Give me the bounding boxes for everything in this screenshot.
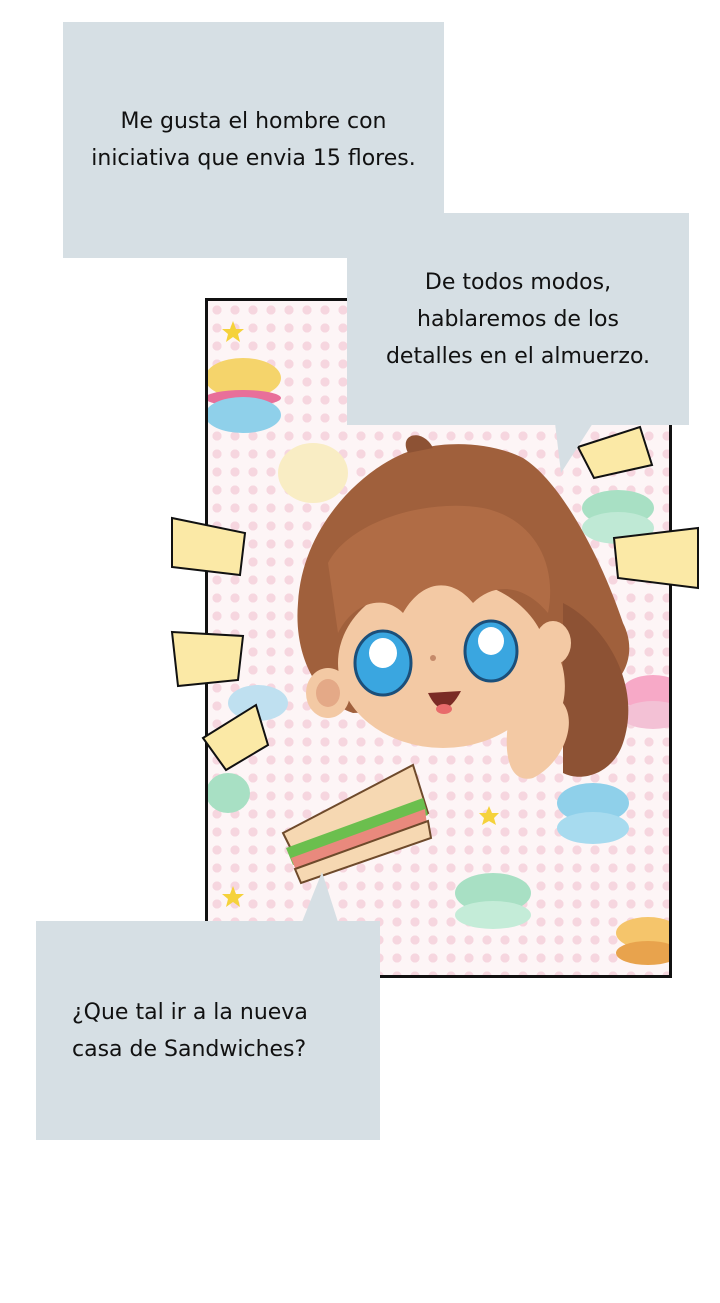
bubble-text-middle: De todos modos, hablaremos de los detall…: [385, 269, 651, 369]
bubble-text-top: Me gusta el hombre con iniciativa que en…: [91, 109, 416, 171]
bubble-text-bottom: ¿Que tal ir a la nueva casa de Sandwiche…: [72, 999, 308, 1062]
speech-bubble-bottom: ¿Que tal ir a la nueva casa de Sandwiche…: [36, 921, 380, 1140]
speech-bubble-middle: De todos modos, hablaremos de los detall…: [347, 213, 689, 425]
bubble-tail-middle: [555, 423, 593, 473]
sandwich-icon: [281, 763, 433, 885]
bubble-tail-bottom: [302, 872, 338, 922]
